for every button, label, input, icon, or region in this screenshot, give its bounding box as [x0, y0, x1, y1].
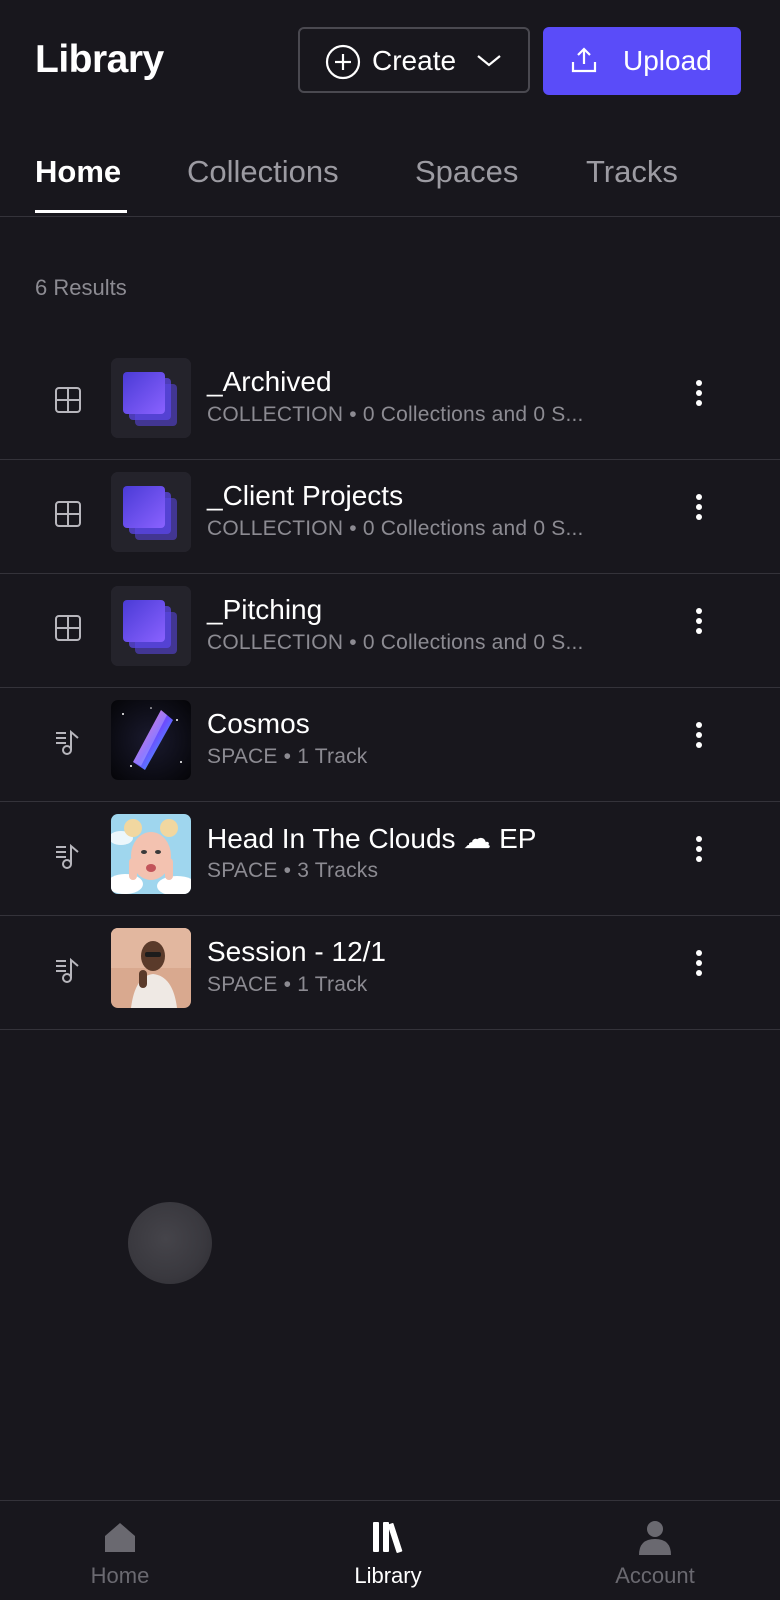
more-options-icon[interactable]	[685, 946, 713, 986]
chevron-down-icon	[477, 55, 501, 67]
results-count: 6 Results	[35, 275, 127, 300]
nav-home[interactable]: Home	[20, 1501, 220, 1600]
collection-thumbnail	[111, 358, 191, 438]
item-title: Session - 12/1	[207, 936, 386, 967]
create-button[interactable]: Create	[298, 27, 530, 93]
item-subtitle: SPACE • 1 Track	[207, 745, 368, 768]
item-title: _Pitching	[207, 594, 323, 625]
item-subtitle: COLLECTION • 0 Collections and 0 S...	[207, 517, 584, 540]
item-title: Cosmos	[207, 708, 310, 739]
tab-bar: Home Collections Spaces Tracks	[0, 140, 780, 217]
grid-icon	[55, 387, 81, 413]
touch-indicator	[128, 1202, 212, 1284]
tab-spaces[interactable]: Spaces	[415, 154, 518, 190]
list-item[interactable]: _Client Projects COLLECTION • 0 Collecti…	[0, 460, 780, 574]
item-subtitle: COLLECTION • 0 Collections and 0 S...	[207, 403, 584, 426]
item-title: Head In The Clouds ☁ EP	[207, 823, 537, 854]
tab-collections[interactable]: Collections	[187, 154, 339, 190]
list-item[interactable]: Cosmos SPACE • 1 Track	[0, 688, 780, 802]
bottom-nav: Home Library Account	[0, 1500, 780, 1600]
header: Library Create Upload	[0, 0, 780, 120]
more-options-icon[interactable]	[685, 376, 713, 416]
more-options-icon[interactable]	[685, 718, 713, 758]
home-icon	[105, 1523, 135, 1552]
list-item[interactable]: _Archived COLLECTION • 0 Collections and…	[0, 346, 780, 460]
nav-home-label: Home	[90, 1563, 150, 1588]
nav-account-label: Account	[615, 1563, 695, 1588]
account-icon	[639, 1521, 671, 1555]
space-thumbnail	[111, 928, 191, 1008]
grid-icon	[55, 501, 81, 527]
item-subtitle: SPACE • 1 Track	[207, 973, 368, 996]
list-item[interactable]: Session - 12/1 SPACE • 1 Track	[0, 916, 780, 1030]
library-screen: Library Create Upload Home Collections S…	[0, 0, 780, 1600]
plus-circle-icon	[325, 44, 361, 80]
space-thumbnail	[111, 814, 191, 894]
music-list-icon	[56, 957, 79, 983]
tab-home[interactable]: Home	[35, 154, 121, 190]
music-list-icon	[56, 843, 79, 869]
more-options-icon[interactable]	[685, 832, 713, 872]
page-title: Library	[35, 38, 164, 81]
upload-button-label: Upload	[623, 45, 712, 76]
more-options-icon[interactable]	[685, 604, 713, 644]
more-options-icon[interactable]	[685, 490, 713, 530]
collection-thumbnail	[111, 586, 191, 666]
nav-library-label: Library	[354, 1563, 422, 1588]
item-title: _Client Projects	[207, 480, 404, 511]
library-icon	[373, 1522, 403, 1553]
nav-library[interactable]: Library	[288, 1501, 488, 1600]
list-item[interactable]: _Pitching COLLECTION • 0 Collections and…	[0, 574, 780, 688]
item-subtitle: SPACE • 3 Tracks	[207, 859, 379, 882]
item-title: _Archived	[207, 366, 332, 397]
upload-button[interactable]: Upload	[543, 27, 741, 95]
collection-thumbnail	[111, 472, 191, 552]
nav-account[interactable]: Account	[555, 1501, 755, 1600]
upload-icon	[571, 47, 597, 73]
music-list-icon	[56, 729, 79, 755]
list-item[interactable]: Head In The Clouds ☁ EP SPACE • 3 Tracks	[0, 802, 780, 916]
tab-tracks[interactable]: Tracks	[586, 154, 678, 190]
item-subtitle: COLLECTION • 0 Collections and 0 S...	[207, 631, 584, 654]
space-thumbnail	[111, 700, 191, 780]
create-button-label: Create	[372, 45, 457, 76]
active-tab-indicator	[35, 210, 127, 213]
library-list: _Archived COLLECTION • 0 Collections and…	[0, 346, 780, 1030]
grid-icon	[55, 615, 81, 641]
